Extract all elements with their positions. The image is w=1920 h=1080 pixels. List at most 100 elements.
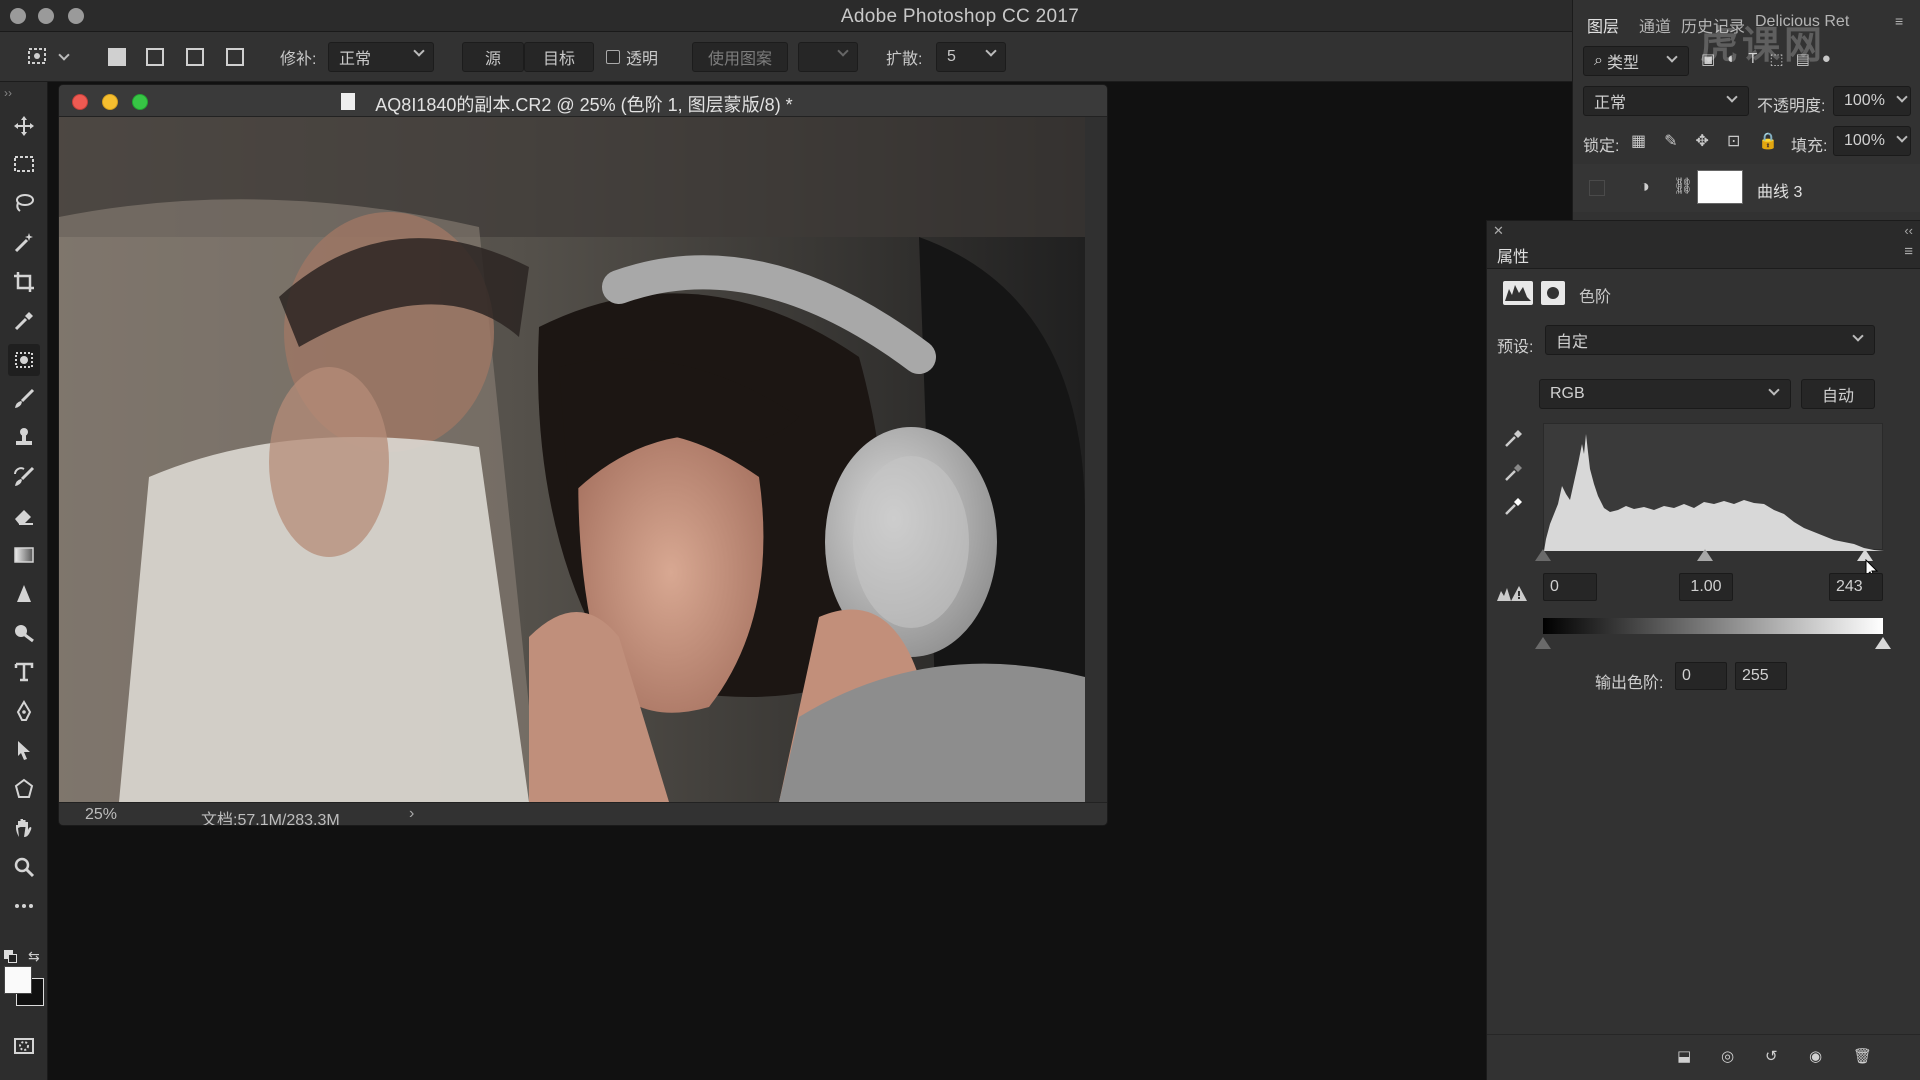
output-levels-label: 输出色阶:: [1595, 675, 1664, 692]
sharpen-tool[interactable]: [8, 578, 40, 610]
selection-subtract-button[interactable]: [186, 42, 204, 72]
output-white-slider[interactable]: [1875, 637, 1891, 649]
eyedropper-icon: [14, 312, 33, 331]
layer-kind-filter[interactable]: ⌕ 类型: [1583, 46, 1689, 76]
path-select-icon: [18, 741, 30, 760]
dodge-tool[interactable]: [8, 617, 40, 649]
more-tools-button[interactable]: [8, 890, 40, 922]
layer-mask-icon[interactable]: [1541, 281, 1565, 305]
opacity-label: 不透明度:: [1757, 98, 1826, 115]
collapse-panel-icon[interactable]: ‹‹: [1904, 223, 1913, 238]
layer-name[interactable]: 曲线 3: [1757, 178, 1802, 202]
input-gamma-value[interactable]: 1.00: [1679, 573, 1733, 601]
input-black-value[interactable]: 0: [1543, 573, 1597, 601]
layer-link-icon[interactable]: ⛓: [1673, 176, 1693, 196]
eraser-tool[interactable]: [8, 500, 40, 532]
tool-preset-picker[interactable]: [26, 42, 70, 72]
input-white-value[interactable]: 243: [1829, 573, 1883, 601]
opacity-value: 100%: [1844, 92, 1885, 109]
selection-intersect-button[interactable]: [226, 42, 244, 72]
properties-panel: ✕ ‹‹ 属性 ≡ 色阶 预设: 自定 RGB 自动 0 1.00 243 输出…: [1486, 220, 1920, 1080]
tab-layers[interactable]: 图层: [1587, 13, 1619, 37]
magic-wand-icon: [14, 233, 33, 253]
diffusion-select[interactable]: 5: [936, 42, 1006, 72]
zoom-level[interactable]: 25%: [85, 806, 117, 824]
input-black-slider[interactable]: [1535, 549, 1551, 561]
eyedropper-tool[interactable]: [8, 305, 40, 337]
reset-icon[interactable]: ↺: [1765, 1047, 1789, 1069]
quick-mask-button[interactable]: [8, 1030, 40, 1062]
pattern-picker[interactable]: [798, 42, 858, 72]
black-point-eyedropper-icon[interactable]: [1503, 427, 1525, 449]
clipping-warning-icon[interactable]: [1495, 583, 1529, 603]
lock-all-icon[interactable]: 🔒: [1758, 131, 1778, 151]
gradient-tool[interactable]: [8, 539, 40, 571]
source-button[interactable]: 源: [462, 42, 524, 72]
marquee-tool[interactable]: [8, 148, 40, 180]
output-white-value[interactable]: 255: [1735, 662, 1787, 690]
chevron-down-icon: [1896, 131, 1908, 143]
input-gamma-slider[interactable]: [1697, 549, 1713, 561]
hand-tool[interactable]: [8, 812, 40, 844]
toggle-visibility-icon[interactable]: ◉: [1809, 1047, 1833, 1069]
output-black-slider[interactable]: [1535, 637, 1551, 649]
zoom-tool[interactable]: [8, 851, 40, 883]
magic-wand-tool[interactable]: [8, 226, 40, 258]
layer-visibility-toggle[interactable]: [1589, 180, 1605, 196]
layer-row[interactable]: ◑ ⛓ 曲线 3: [1573, 164, 1920, 212]
lock-artboard-icon[interactable]: ⊡: [1727, 131, 1740, 151]
vertical-scrollbar[interactable]: [1085, 117, 1107, 802]
lock-paint-icon[interactable]: ✎: [1664, 131, 1677, 151]
preset-select[interactable]: 自定: [1545, 325, 1875, 355]
move-tool[interactable]: [8, 110, 40, 142]
crop-tool[interactable]: [8, 266, 40, 298]
clip-to-layer-icon[interactable]: ⬓: [1677, 1047, 1701, 1069]
history-brush-tool[interactable]: [8, 461, 40, 493]
auto-button[interactable]: 自动: [1801, 379, 1875, 409]
panel-menu-icon[interactable]: ≡: [1904, 243, 1913, 260]
trash-icon[interactable]: 🗑: [1853, 1047, 1877, 1069]
panel-menu-icon[interactable]: ≡: [1895, 13, 1903, 29]
view-previous-state-icon[interactable]: ◎: [1721, 1047, 1745, 1069]
lock-transparent-icon[interactable]: ▦: [1631, 131, 1646, 151]
close-panel-icon[interactable]: ✕: [1493, 223, 1504, 239]
patch-tool[interactable]: [8, 344, 40, 376]
channel-select[interactable]: RGB: [1539, 379, 1791, 409]
preset-value: 自定: [1556, 334, 1589, 351]
path-select-tool[interactable]: [8, 734, 40, 766]
tab-channels[interactable]: 通道: [1639, 13, 1671, 37]
fill-input[interactable]: 100%: [1833, 126, 1911, 156]
target-button[interactable]: 目标: [524, 42, 594, 72]
chevron-down-icon: [1666, 51, 1678, 63]
lasso-tool[interactable]: [8, 187, 40, 219]
gray-point-eyedropper-icon[interactable]: [1503, 461, 1525, 483]
white-point-eyedropper-icon[interactable]: [1503, 495, 1525, 517]
image-canvas[interactable]: [59, 117, 1085, 802]
swap-colors-icon[interactable]: ⇆: [28, 948, 40, 965]
properties-bottom-bar: ⬓ ◎ ↺ ◉ 🗑: [1487, 1034, 1920, 1080]
brush-tool[interactable]: [8, 383, 40, 415]
gradient-icon: [14, 547, 34, 563]
watermark-logo: 虎课网: [1700, 25, 1827, 67]
transparent-checkbox[interactable]: 透明: [606, 42, 658, 72]
output-black-value[interactable]: 0: [1675, 662, 1727, 690]
blend-mode-select[interactable]: 正常: [1583, 86, 1749, 116]
collapse-toolbar-icon[interactable]: ››: [4, 86, 12, 100]
default-colors-icon[interactable]: [4, 950, 18, 964]
patch-mode-select[interactable]: 正常: [328, 42, 434, 72]
brush-icon: [15, 388, 35, 408]
type-tool[interactable]: [8, 656, 40, 688]
layer-mask-thumbnail[interactable]: [1697, 170, 1743, 204]
pen-tool[interactable]: [8, 695, 40, 727]
blend-mode-value: 正常: [1594, 95, 1627, 112]
stamp-tool[interactable]: [8, 422, 40, 454]
foreground-color-swatch[interactable]: [4, 966, 32, 994]
selection-add-button[interactable]: [146, 42, 164, 72]
status-info-arrow-icon[interactable]: ›: [409, 805, 414, 823]
shape-tool[interactable]: [8, 773, 40, 805]
selection-new-button[interactable]: [108, 42, 126, 72]
lock-position-icon[interactable]: ✥: [1696, 131, 1709, 151]
move-icon: [14, 116, 34, 136]
use-pattern-button[interactable]: 使用图案: [692, 42, 788, 72]
opacity-input[interactable]: 100%: [1833, 86, 1911, 116]
